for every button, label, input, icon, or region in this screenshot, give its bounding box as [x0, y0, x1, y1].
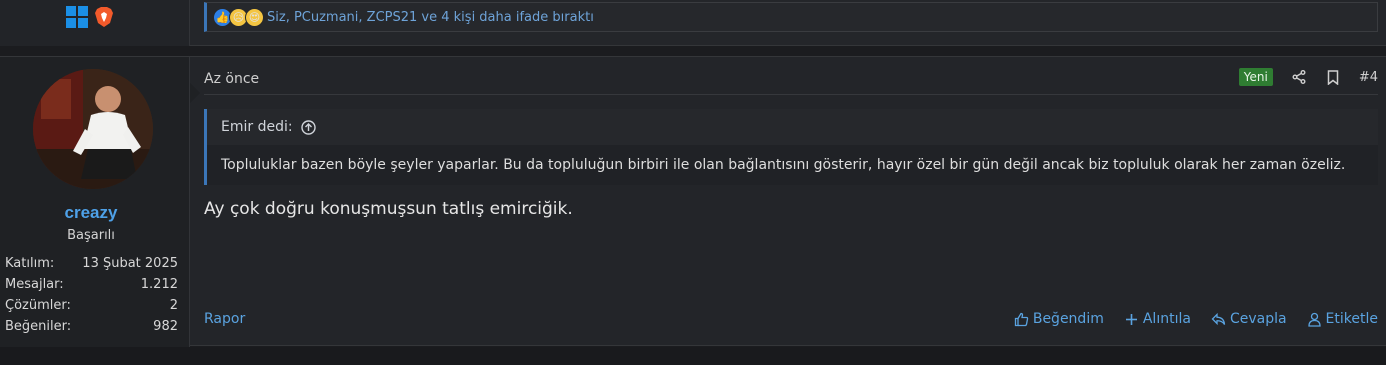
- bookmark-icon[interactable]: [1325, 69, 1341, 85]
- user-icon: [1307, 312, 1321, 327]
- quote-header[interactable]: Emir dedi:: [221, 119, 316, 135]
- quote-label: Alıntıla: [1142, 311, 1191, 327]
- mention-button[interactable]: Etiketle: [1307, 311, 1378, 327]
- reply-button[interactable]: Cevapla: [1211, 311, 1287, 327]
- post-header: Az önce Yeni #4: [204, 57, 1378, 95]
- previous-post-user-column: [0, 0, 190, 46]
- stat-value: 13 Şubat 2025: [82, 256, 178, 271]
- quote-text: Topluluklar bazen böyle şeyler yaparlar.…: [207, 145, 1378, 185]
- post-footer: Rapor Beğendim Alıntıla Cevapla Etiketle: [204, 309, 1378, 329]
- previous-post: 👍 😥 😍 Siz, PCuzmani, ZCPS21 ve 4 kişi da…: [0, 0, 1386, 46]
- user-stats: Katılım: 13 Şubat 2025 Mesajlar: 1.212 Ç…: [5, 253, 178, 337]
- stat-label: Katılım:: [5, 256, 55, 271]
- reply-icon: [1211, 312, 1226, 325]
- thumbs-up-icon: [1014, 312, 1029, 326]
- avatar-image: [33, 69, 153, 189]
- plus-icon: [1125, 313, 1137, 325]
- stat-row-likes: Beğeniler: 982: [5, 316, 178, 337]
- post-actions: Beğendim Alıntıla Cevapla Etiketle: [1014, 311, 1378, 327]
- stat-value: 982: [153, 319, 178, 334]
- reactions-bar[interactable]: 👍 😥 😍 Siz, PCuzmani, ZCPS21 ve 4 kişi da…: [204, 2, 1378, 32]
- stat-value: 2: [169, 298, 178, 313]
- windows-icon: [66, 6, 88, 28]
- user-title: Başarılı: [67, 228, 115, 243]
- post-date-link[interactable]: Az önce: [204, 71, 259, 87]
- share-icon[interactable]: [1291, 69, 1307, 85]
- post-header-actions: Yeni #4: [1238, 68, 1378, 86]
- stat-row-solutions: Çözümler: 2: [5, 295, 178, 316]
- report-link[interactable]: Rapor: [204, 311, 245, 327]
- quote-button[interactable]: Alıntıla: [1124, 311, 1191, 327]
- stat-label: Mesajlar:: [5, 277, 64, 292]
- mention-label: Etiketle: [1325, 311, 1378, 327]
- reaction-icons: 👍 😥 😍: [213, 7, 264, 27]
- stat-label: Beğeniler:: [5, 319, 72, 334]
- love-icon: 😍: [245, 7, 264, 27]
- stat-label: Çözümler:: [5, 298, 71, 313]
- avatar[interactable]: [33, 69, 153, 189]
- like-button[interactable]: Beğendim: [1014, 311, 1104, 327]
- os-icons: [66, 6, 114, 28]
- post-message: Ay çok doğru konuşmuşsun tatlış emirciği…: [204, 199, 573, 219]
- page-background-bottom: [0, 347, 1386, 365]
- post-main: Az önce Yeni #4 Emir dedi: Topluluklar b…: [204, 57, 1378, 347]
- quote-author[interactable]: Emir dedi:: [221, 119, 293, 135]
- like-label: Beğendim: [1032, 311, 1104, 327]
- stat-value: 1.212: [140, 277, 178, 292]
- reactions-summary-link[interactable]: Siz, PCuzmani, ZCPS21 ve 4 kişi daha ifa…: [267, 10, 594, 25]
- brave-icon: [95, 7, 113, 27]
- new-badge: Yeni: [1238, 68, 1273, 86]
- user-column: creazy Başarılı Katılım: 13 Şubat 2025 M…: [0, 57, 200, 347]
- post-number-link[interactable]: #4: [1359, 70, 1378, 85]
- username-link[interactable]: creazy: [0, 203, 182, 223]
- stat-row-join-date: Katılım: 13 Şubat 2025: [5, 253, 178, 274]
- quote-block: Emir dedi: Topluluklar bazen böyle şeyle…: [204, 109, 1378, 185]
- post: creazy Başarılı Katılım: 13 Şubat 2025 M…: [0, 56, 1386, 347]
- arrow-up-circle-icon[interactable]: [300, 119, 316, 135]
- reply-label: Cevapla: [1229, 311, 1287, 327]
- stat-row-messages: Mesajlar: 1.212: [5, 274, 178, 295]
